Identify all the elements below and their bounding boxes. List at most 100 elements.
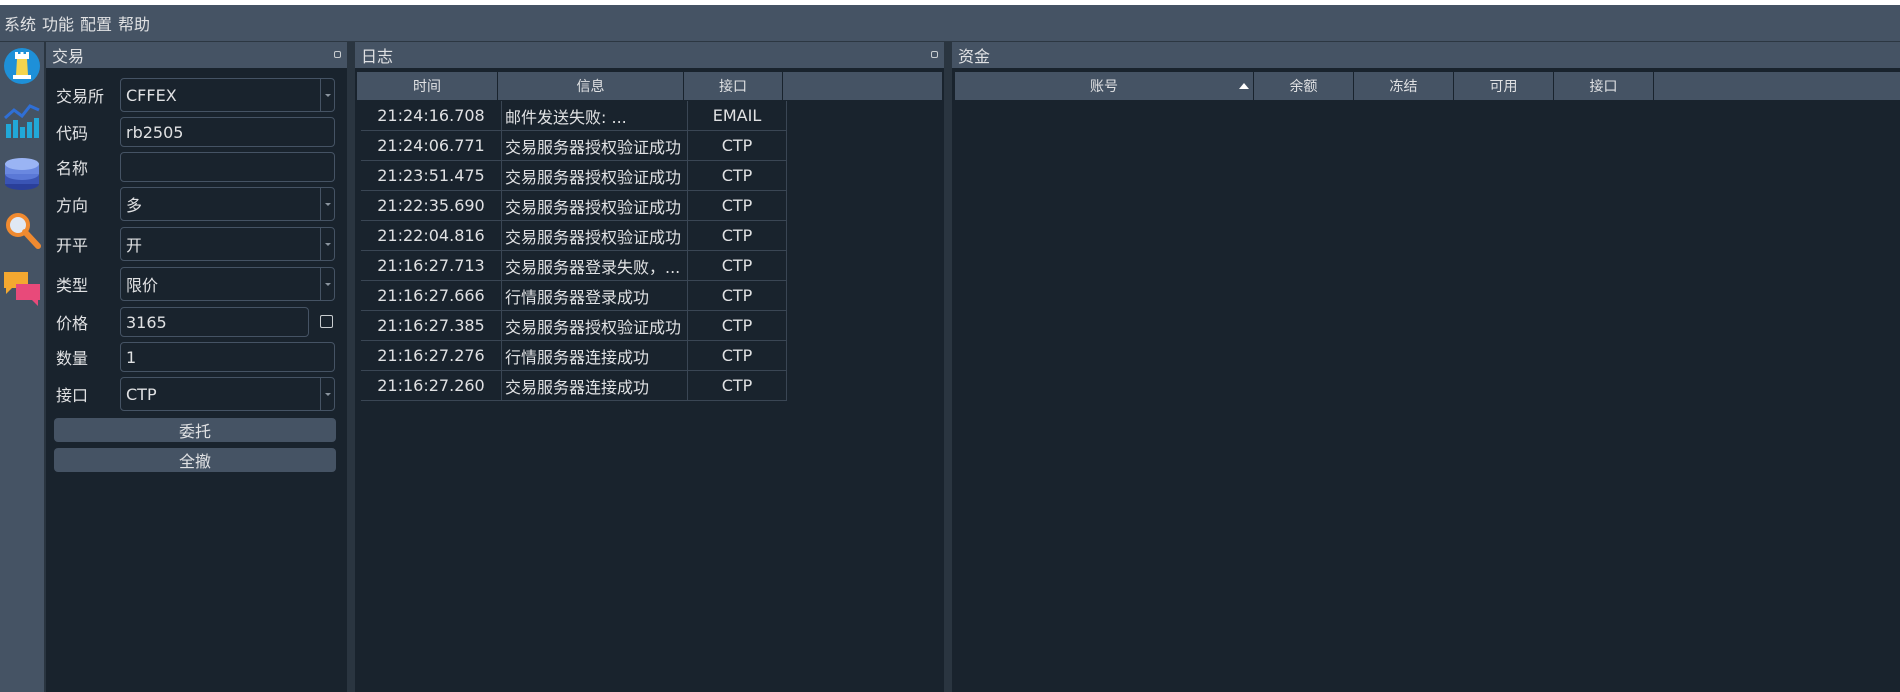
log-cell-message: 交易服务器授权验证成功 [502,221,688,251]
price-row: 价格 [56,307,118,337]
offset-label: 开平 [56,236,89,255]
menu-bar: 系统 功能 配置 帮助 [0,5,1900,41]
account-col-accountid[interactable]: 账号 [955,72,1254,100]
price-check-checkbox[interactable] [320,315,333,328]
trading-dock: 交易 交易所 CFFEX 代码 rb2505 名称 方向 多 开平 开 类型 限… [46,42,347,692]
price-input[interactable]: 3165 [120,307,309,337]
log-dock-title: 日志 [355,42,944,68]
menu-system[interactable]: 系统 [2,11,40,35]
account-col-available[interactable]: 可用 [1454,72,1554,100]
log-table-row[interactable]: 21:16:27.666 行情服务器登录成功 CTP [361,281,787,311]
account-col-gateway[interactable]: 接口 [1554,72,1654,100]
log-table-row[interactable]: 21:22:04.816 交易服务器授权验证成功 CTP [361,221,787,251]
log-title: 日志 [361,47,394,66]
dock-float-icon[interactable] [931,51,938,58]
log-cell-message: 交易服务器登录失败，... [502,251,688,281]
account-col-balance[interactable]: 余额 [1254,72,1354,100]
dock-float-icon[interactable] [334,51,341,58]
magnifier-icon[interactable] [2,210,42,250]
log-table-row[interactable]: 21:24:06.771 交易服务器授权验证成功 CTP [361,131,787,161]
exchange-label: 交易所 [56,87,105,106]
log-col-gateway[interactable]: 接口 [684,72,783,100]
log-col-time[interactable]: 时间 [357,72,498,100]
symbol-row: 代码 [56,117,118,147]
volume-row: 数量 [56,342,118,372]
account-col-accountid-label: 账号 [1090,79,1118,95]
send-order-button[interactable]: 委托 [54,418,336,442]
log-table-row[interactable]: 21:22:35.690 交易服务器授权验证成功 CTP [361,191,787,221]
log-cell-gateway: CTP [688,311,787,341]
left-toolbar [0,42,44,692]
direction-row: 方向 [56,187,118,221]
log-cell-gateway: CTP [688,191,787,221]
log-cell-message: 交易服务器授权验证成功 [502,191,688,221]
chevron-down-icon [320,228,334,260]
dock-splitter[interactable] [347,42,355,692]
direction-combo[interactable]: 多 [120,187,335,221]
sort-ascending-icon [1239,83,1249,89]
trading-title: 交易 [52,47,85,66]
log-cell-gateway: CTP [688,251,787,281]
log-cell-time: 21:16:27.713 [361,251,502,281]
log-cell-time: 21:24:06.771 [361,131,502,161]
type-label: 类型 [56,276,89,295]
dock-splitter[interactable] [944,42,952,692]
log-cell-time: 21:16:27.260 [361,371,502,401]
log-dock: 日志 时间 信息 接口 21:24:16.708 邮件发送失败: ... EMAIL… [355,42,944,692]
account-table-header: 账号 余额 冻结 可用 接口 [955,72,1900,100]
gateway-label: 接口 [56,386,89,405]
gateway-combo[interactable]: CTP [120,377,335,411]
chevron-down-icon [320,268,334,300]
log-cell-message: 交易服务器授权验证成功 [502,131,688,161]
symbol-value: rb2505 [126,122,184,142]
log-cell-message: 交易服务器授权验证成功 [502,161,688,191]
log-table-row[interactable]: 21:16:27.385 交易服务器授权验证成功 CTP [361,311,787,341]
log-cell-time: 21:24:16.708 [361,101,502,131]
log-cell-time: 21:22:35.690 [361,191,502,221]
cancel-all-button[interactable]: 全撤 [54,448,336,472]
chart-icon[interactable] [2,100,42,140]
exchange-combo[interactable]: CFFEX [120,78,335,112]
type-value: 限价 [126,276,159,295]
direction-label: 方向 [56,196,89,215]
volume-input[interactable]: 1 [120,342,335,372]
log-cell-gateway: CTP [688,341,787,371]
offset-combo[interactable]: 开 [120,227,335,261]
type-combo[interactable]: 限价 [120,267,335,301]
log-table-row[interactable]: 21:16:27.276 行情服务器连接成功 CTP [361,341,787,371]
log-cell-time: 21:16:27.276 [361,341,502,371]
name-input[interactable] [120,152,335,182]
log-cell-message: 行情服务器连接成功 [502,341,688,371]
menu-config[interactable]: 配置 [78,11,116,35]
menu-help[interactable]: 帮助 [116,11,154,35]
chess-rook-icon[interactable] [2,46,42,86]
database-icon[interactable] [2,154,42,194]
chevron-down-icon [320,188,334,220]
log-cell-gateway: CTP [688,131,787,161]
chevron-down-icon [320,378,334,410]
symbol-input[interactable]: rb2505 [120,117,335,147]
price-value: 3165 [126,312,167,332]
account-col-frozen[interactable]: 冻结 [1354,72,1454,100]
offset-row: 开平 [56,227,118,261]
log-cell-time: 21:23:51.475 [361,161,502,191]
chat-icon[interactable] [2,266,42,306]
log-table-row[interactable]: 21:23:51.475 交易服务器授权验证成功 CTP [361,161,787,191]
log-table-row[interactable]: 21:16:27.260 交易服务器连接成功 CTP [361,371,787,401]
exchange-value: CFFEX [126,85,177,105]
log-table-row[interactable]: 21:24:16.708 邮件发送失败: ... EMAIL [361,101,787,131]
log-table-row[interactable]: 21:16:27.713 交易服务器登录失败，... CTP [361,251,787,281]
account-dock-title: 资金 [952,42,1900,68]
log-table-body: 21:24:16.708 邮件发送失败: ... EMAIL 21:24:06.771… [361,101,787,401]
log-cell-gateway: CTP [688,161,787,191]
direction-value: 多 [126,196,143,215]
type-row: 类型 [56,267,118,301]
name-label: 名称 [56,159,89,178]
gateway-row: 接口 [56,377,118,411]
gateway-value: CTP [126,384,157,404]
log-col-message[interactable]: 信息 [498,72,684,100]
menu-function[interactable]: 功能 [40,11,78,35]
log-cell-gateway: CTP [688,221,787,251]
log-cell-message: 交易服务器连接成功 [502,371,688,401]
log-cell-time: 21:22:04.816 [361,221,502,251]
